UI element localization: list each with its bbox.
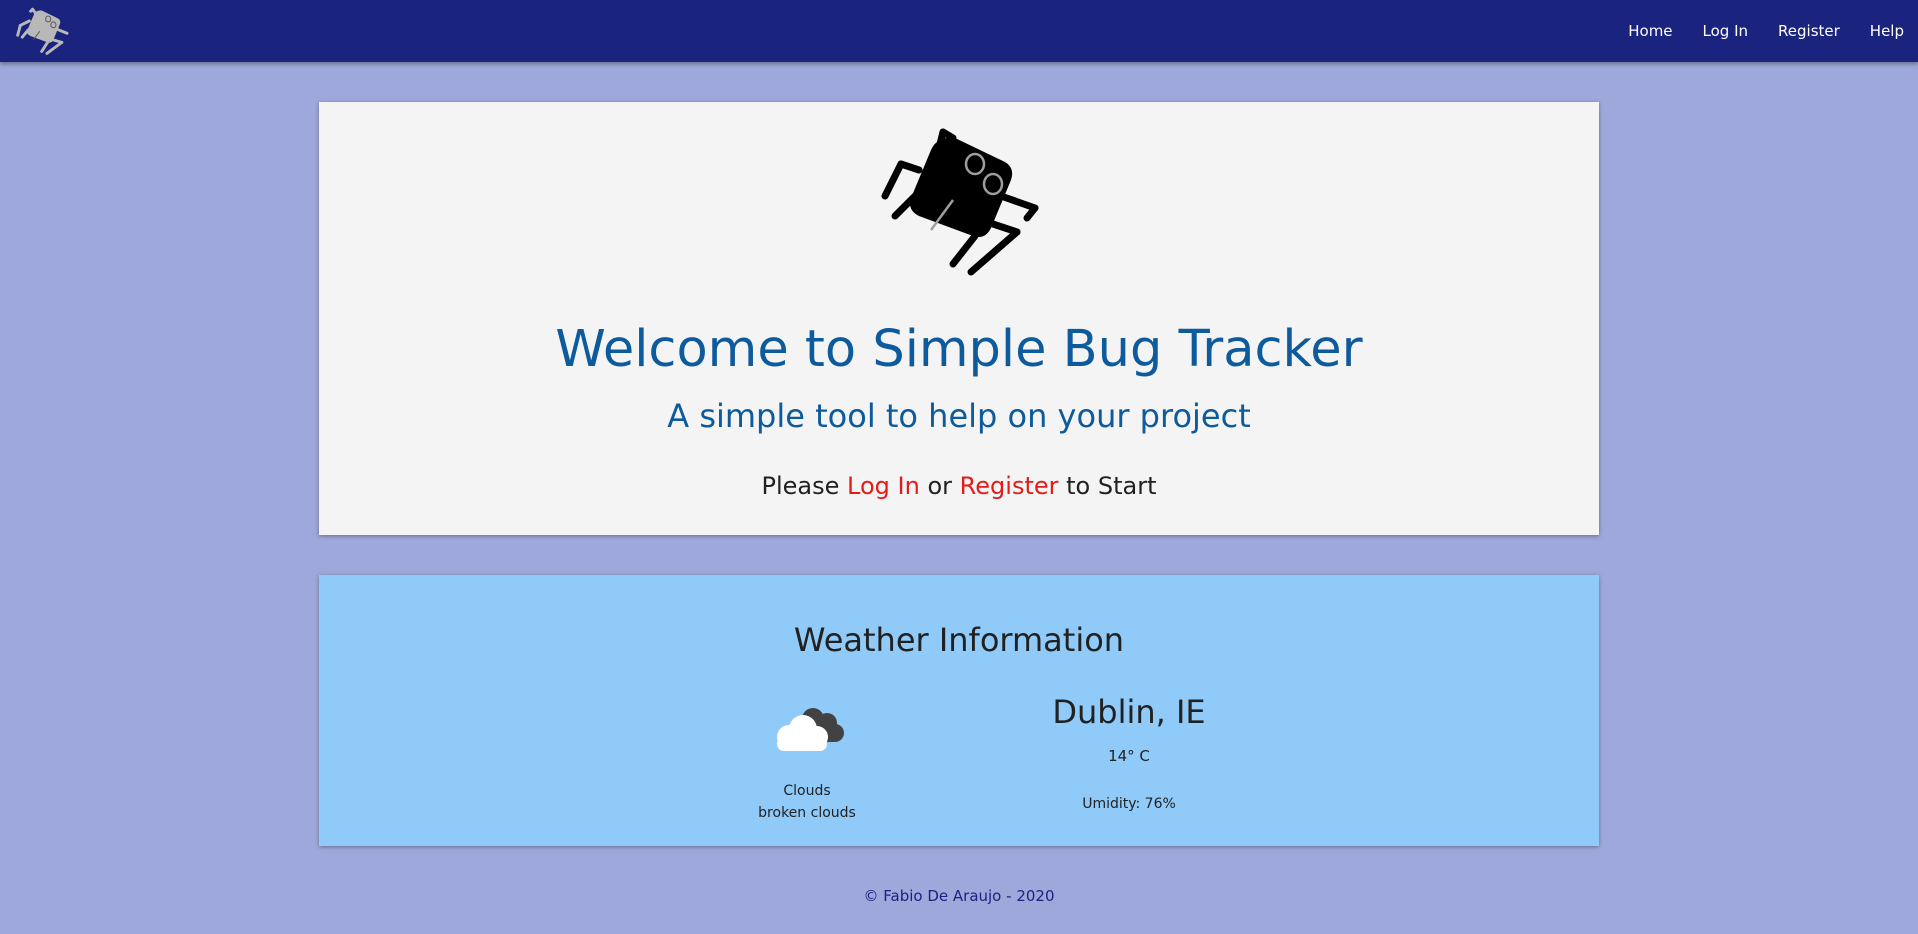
- welcome-card: Welcome to Simple Bug Tracker A simple t…: [319, 102, 1599, 535]
- weather-temperature: 14° C: [1108, 747, 1150, 765]
- weather-card: Weather Information Clouds broken clouds…: [319, 575, 1599, 846]
- welcome-title: Welcome to Simple Bug Tracker: [555, 320, 1363, 379]
- weather-title: Weather Information: [793, 621, 1125, 659]
- prompt-suffix: to Start: [1066, 472, 1157, 500]
- nav-home-link[interactable]: Home: [1613, 0, 1687, 62]
- prompt-prefix: Please: [761, 472, 840, 500]
- login-link[interactable]: Log In: [847, 472, 920, 500]
- nav-login-link[interactable]: Log In: [1688, 0, 1764, 62]
- weather-humidity: Umidity: 76%: [1082, 796, 1176, 812]
- register-link[interactable]: Register: [960, 472, 1059, 500]
- nav-help-link[interactable]: Help: [1855, 0, 1918, 62]
- weather-condition-block: Clouds broken clouds: [707, 780, 907, 824]
- weather-condition: Clouds: [783, 783, 831, 799]
- top-navbar: Home Log In Register Help: [0, 0, 1918, 62]
- broken-clouds-icon: [777, 708, 844, 751]
- weather-city: Dublin, IE: [1052, 693, 1206, 731]
- bug-icon: [881, 128, 1039, 276]
- footer-copyright: © Fabio De Araujo - 2020: [863, 887, 1055, 905]
- welcome-subtitle: A simple tool to help on your project: [667, 397, 1251, 435]
- nav-links: Home Log In Register Help: [1613, 0, 1918, 62]
- start-prompt: Please Log In or Register to Start: [319, 472, 1599, 500]
- prompt-or: or: [927, 472, 953, 500]
- bug-icon[interactable]: [16, 6, 70, 56]
- nav-register-link[interactable]: Register: [1763, 0, 1855, 62]
- weather-description: broken clouds: [758, 805, 856, 821]
